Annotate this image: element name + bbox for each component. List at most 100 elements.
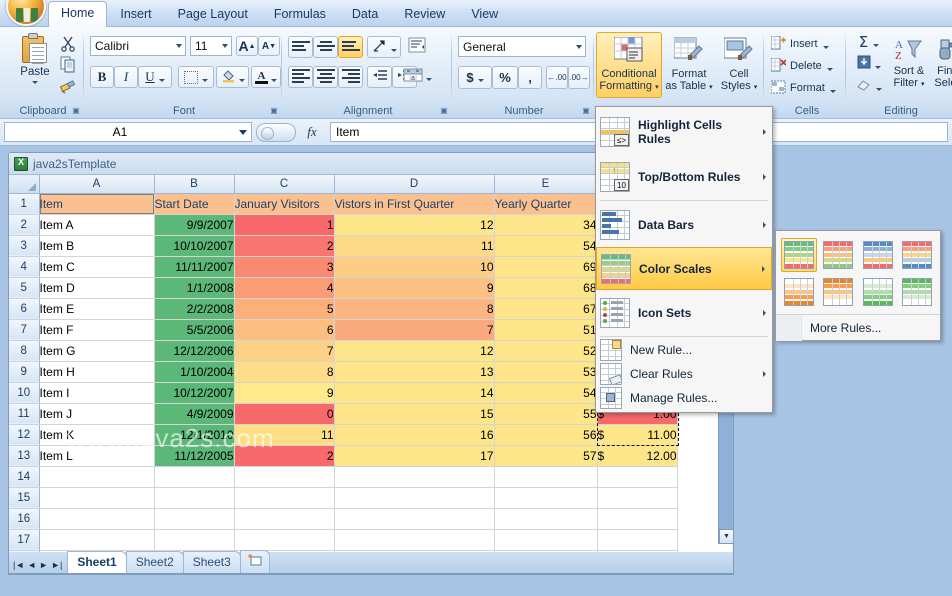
tab-home[interactable]: Home	[48, 1, 108, 27]
next-sheet-button[interactable]: ►	[39, 560, 48, 570]
data-cell[interactable]: Item K	[39, 424, 155, 446]
data-cell[interactable]: 53	[494, 361, 598, 383]
name-box[interactable]: A1	[4, 122, 252, 142]
data-cell[interactable]: 10/12/2007	[154, 382, 235, 404]
data-cell[interactable]	[334, 508, 495, 530]
column-header-c[interactable]: C	[234, 175, 335, 194]
data-cell[interactable]: 51	[494, 319, 598, 341]
grow-font-button[interactable]: A ▲	[236, 36, 258, 56]
header-cell[interactable]: January Visitors	[234, 193, 335, 215]
data-cell[interactable]: 1	[234, 214, 335, 236]
row-header[interactable]: 6	[9, 298, 40, 320]
data-cell[interactable]: 57	[494, 445, 598, 467]
decrease-decimal-button[interactable]: .00→	[568, 66, 590, 89]
percent-format-button[interactable]: %	[492, 66, 518, 89]
data-cell[interactable]: 14	[334, 382, 495, 404]
format-cells-button[interactable]: Format	[770, 78, 844, 98]
sheet-tab-sheet3[interactable]: Sheet3	[182, 551, 241, 573]
data-cell[interactable]	[334, 529, 495, 551]
data-cell[interactable]: 9/9/2007	[154, 214, 235, 236]
data-cell[interactable]: 2	[234, 445, 335, 467]
underline-button[interactable]: U	[138, 66, 172, 88]
borders-button[interactable]	[178, 66, 214, 88]
data-cell[interactable]: 11	[234, 424, 335, 446]
data-cell[interactable]: 4/9/2009	[154, 403, 235, 425]
data-cell[interactable]: 9	[234, 382, 335, 404]
insert-cells-button[interactable]: Insert	[770, 34, 844, 54]
row-header[interactable]: 9	[9, 361, 40, 383]
column-header-b[interactable]: B	[154, 175, 235, 194]
color-scale-white-green[interactable]	[860, 275, 896, 309]
data-cell[interactable]: 52	[494, 340, 598, 362]
data-cell[interactable]	[494, 508, 598, 530]
data-cell[interactable]: 10/10/2007	[154, 235, 235, 257]
color-scale-red-yellow-blue[interactable]	[899, 238, 935, 272]
data-cell[interactable]: 67	[494, 298, 598, 320]
scroll-down-button[interactable]: ▼	[719, 529, 734, 544]
data-cell[interactable]: 10	[334, 256, 495, 278]
first-sheet-button[interactable]: |◄	[13, 560, 24, 570]
header-cell[interactable]: Yearly Quarter	[494, 193, 598, 215]
fill-color-button[interactable]	[216, 66, 249, 88]
menu-item-color-scales[interactable]: Color Scales	[596, 247, 772, 290]
sort-and-filter-button[interactable]: A Z Sort & Filter ▾	[888, 32, 930, 96]
number-dialog-launcher[interactable]: ▣	[581, 106, 591, 116]
conditional-formatting-button[interactable]: Conditional Formatting ▾	[596, 32, 662, 98]
data-cell[interactable]	[494, 466, 598, 488]
data-cell[interactable]: 7	[234, 340, 335, 362]
data-cell[interactable]	[494, 487, 598, 509]
align-center-button[interactable]	[313, 66, 338, 88]
data-cell[interactable]: Item G	[39, 340, 155, 362]
color-scale-green-yellow-red[interactable]	[781, 238, 818, 272]
increase-decimal-button[interactable]: ←.00	[546, 66, 568, 89]
data-cell[interactable]	[597, 487, 678, 509]
tab-review[interactable]: Review	[391, 3, 458, 27]
row-header[interactable]: 5	[9, 277, 40, 299]
formula-bar-expand-button[interactable]	[256, 122, 296, 142]
row-header[interactable]: 16	[9, 508, 40, 530]
font-dialog-launcher[interactable]: ▣	[269, 106, 279, 116]
header-cell[interactable]: Start Date	[154, 193, 235, 215]
menu-item-data-bars[interactable]: Data Bars	[596, 202, 772, 247]
header-cell[interactable]: Item	[39, 193, 155, 215]
data-cell[interactable]: 11/12/2005	[154, 445, 235, 467]
data-cell[interactable]: Item C	[39, 256, 155, 278]
data-cell[interactable]	[597, 529, 678, 551]
data-cell[interactable]: 2	[234, 235, 335, 257]
clear-button[interactable]	[852, 76, 886, 96]
wrap-text-button[interactable]	[402, 34, 432, 58]
menu-item-top-bottom-rules[interactable]: ↑ 10 Top/Bottom Rules	[596, 154, 772, 199]
data-cell[interactable]	[234, 508, 335, 530]
align-middle-button[interactable]	[313, 36, 338, 58]
data-cell[interactable]	[234, 487, 335, 509]
data-cell[interactable]: 11/11/2007	[154, 256, 235, 278]
alignment-dialog-launcher[interactable]: ▣	[439, 106, 449, 116]
insert-worksheet-button[interactable]	[239, 550, 270, 573]
data-cell[interactable]: 0	[234, 403, 335, 425]
color-scale-orange-white[interactable]	[820, 275, 856, 309]
tab-view[interactable]: View	[458, 3, 511, 27]
row-header[interactable]: 8	[9, 340, 40, 362]
data-cell[interactable]	[154, 508, 235, 530]
data-cell[interactable]: 55	[494, 403, 598, 425]
data-cell[interactable]	[154, 529, 235, 551]
menu-item-highlight-cells-rules[interactable]: ≤> Highlight Cells Rules	[596, 109, 772, 154]
color-scale-red-yellow-green[interactable]	[820, 238, 856, 272]
data-cell[interactable]: 2/2/2008	[154, 298, 235, 320]
data-cell[interactable]: 8	[334, 298, 495, 320]
tab-insert[interactable]: Insert	[107, 3, 164, 27]
prev-sheet-button[interactable]: ◄	[27, 560, 36, 570]
header-cell[interactable]: Vistors in First Quarter	[334, 193, 495, 215]
column-header-d[interactable]: D	[334, 175, 495, 194]
data-cell[interactable]	[39, 487, 155, 509]
autosum-button[interactable]: Σ	[852, 32, 886, 52]
data-cell[interactable]	[234, 529, 335, 551]
data-cell[interactable]: 68	[494, 277, 598, 299]
data-cell[interactable]: 8	[234, 361, 335, 383]
data-cell[interactable]	[334, 466, 495, 488]
font-color-button[interactable]: A	[251, 66, 281, 88]
row-header[interactable]: 1	[9, 193, 40, 215]
data-cell[interactable]	[494, 529, 598, 551]
data-cell[interactable]	[154, 466, 235, 488]
shrink-font-button[interactable]: A ▼	[258, 36, 280, 56]
